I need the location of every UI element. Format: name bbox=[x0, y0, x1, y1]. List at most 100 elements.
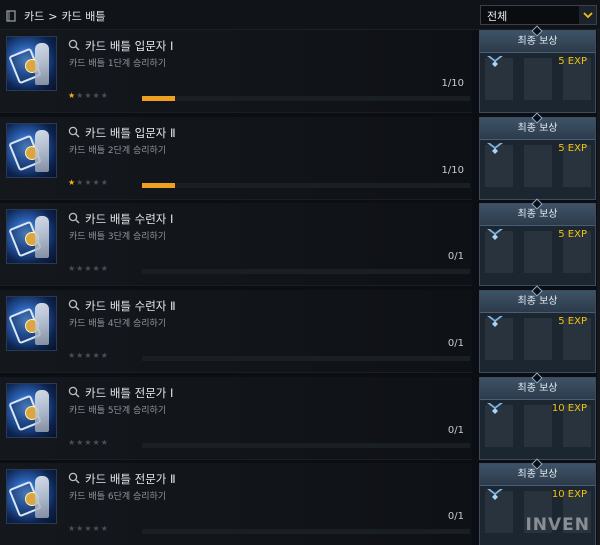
final-reward-panel: 최종 보상 5 EXP bbox=[479, 25, 596, 113]
star-icon: ★ bbox=[92, 524, 100, 533]
achievement-title: 카드 배틀 수련자 Ⅰ bbox=[85, 212, 174, 226]
star-icon: ★ bbox=[100, 91, 108, 100]
card-battle-thumbnail bbox=[6, 36, 57, 91]
star-icon: ★ bbox=[100, 524, 108, 533]
progress-fill bbox=[142, 96, 175, 101]
progress-fill bbox=[142, 183, 175, 188]
star-rating: ★ ★ ★ ★ ★ bbox=[68, 439, 108, 447]
breadcrumb-current: 카드 배틀 bbox=[61, 10, 106, 23]
star-rating: ★ ★ ★ ★ ★ bbox=[68, 352, 108, 360]
star-icon: ★ bbox=[68, 351, 76, 360]
search-icon[interactable] bbox=[68, 386, 80, 398]
star-icon: ★ bbox=[68, 438, 76, 447]
star-icon: ★ bbox=[84, 351, 92, 360]
achievement-row[interactable]: 카드 배틀 전문가 Ⅰ 카드 배틀 5단계 승리하기 ★ ★ ★ ★ ★ 0/1 최종 … bbox=[0, 372, 600, 462]
progress-count: 0/1 bbox=[447, 338, 464, 349]
star-icon: ★ bbox=[76, 178, 84, 187]
star-icon: ★ bbox=[68, 91, 76, 100]
card-battle-thumbnail bbox=[6, 123, 57, 178]
star-icon: ★ bbox=[84, 264, 92, 273]
achievement-title: 카드 배틀 전문가 Ⅰ bbox=[85, 386, 174, 400]
progress-count: 0/1 bbox=[447, 251, 464, 262]
star-icon: ★ bbox=[68, 524, 76, 533]
reward-exp: 5 EXP bbox=[558, 143, 587, 154]
card-battle-thumbnail bbox=[6, 383, 57, 438]
star-icon: ★ bbox=[68, 264, 76, 273]
reward-exp: 5 EXP bbox=[558, 56, 587, 67]
breadcrumb-root[interactable]: 카드 bbox=[24, 8, 44, 24]
star-icon: ★ bbox=[92, 438, 100, 447]
chevron-down-icon[interactable] bbox=[579, 6, 596, 24]
reward-exp: 5 EXP bbox=[558, 316, 587, 327]
breadcrumb-separator: > bbox=[48, 9, 58, 23]
progress-bar bbox=[142, 443, 470, 448]
achievement-description: 카드 배틀 6단계 승리하기 bbox=[69, 492, 167, 502]
achievement-title: 카드 배틀 입문자 Ⅱ bbox=[85, 126, 176, 140]
achievement-main: 카드 배틀 수련자 Ⅱ 카드 배틀 4단계 승리하기 ★ ★ ★ ★ ★ 0/1 bbox=[0, 290, 472, 373]
final-reward-panel: 최종 보상 5 EXP bbox=[479, 112, 596, 200]
reward-exp: 10 EXP bbox=[551, 403, 587, 414]
star-icon: ★ bbox=[92, 351, 100, 360]
filter-value: 전체 bbox=[487, 10, 508, 23]
card-battle-thumbnail bbox=[6, 469, 57, 524]
search-icon[interactable] bbox=[68, 126, 80, 138]
star-icon: ★ bbox=[92, 178, 100, 187]
star-icon: ★ bbox=[68, 178, 76, 187]
reward-exp: 10 EXP bbox=[551, 489, 587, 500]
rank-emblem-icon bbox=[487, 316, 503, 327]
search-icon[interactable] bbox=[68, 39, 80, 51]
progress-bar bbox=[142, 183, 470, 188]
star-icon: ★ bbox=[84, 178, 92, 187]
header-bar: 카드 > 카드 배틀 전체 bbox=[0, 0, 600, 30]
progress-bar bbox=[142, 96, 470, 101]
achievement-description: 카드 배틀 1단계 승리하기 bbox=[69, 59, 167, 69]
breadcrumb: 카드 > 카드 배틀 bbox=[6, 8, 105, 24]
final-reward-panel: 최종 보상 5 EXP bbox=[479, 285, 596, 373]
rank-emblem-icon bbox=[487, 403, 503, 414]
achievement-main: 카드 배틀 전문가 Ⅱ 카드 배틀 6단계 승리하기 ★ ★ ★ ★ ★ 0/1 bbox=[0, 463, 472, 545]
rank-emblem-icon bbox=[487, 56, 503, 67]
star-rating: ★ ★ ★ ★ ★ bbox=[68, 525, 108, 533]
achievement-title: 카드 배틀 전문가 Ⅱ bbox=[85, 472, 176, 486]
achievement-row[interactable]: 카드 배틀 입문자 Ⅱ 카드 배틀 2단계 승리하기 ★ ★ ★ ★ ★ 1/10 최종… bbox=[0, 112, 600, 202]
progress-count: 0/1 bbox=[447, 425, 464, 436]
book-icon bbox=[6, 10, 16, 22]
card-battle-thumbnail bbox=[6, 296, 57, 351]
progress-count: 0/1 bbox=[447, 511, 464, 522]
star-rating: ★ ★ ★ ★ ★ bbox=[68, 179, 108, 187]
achievement-row[interactable]: 카드 배틀 수련자 Ⅱ 카드 배틀 4단계 승리하기 ★ ★ ★ ★ ★ 0/1 최종 … bbox=[0, 285, 600, 375]
reward-exp: 5 EXP bbox=[558, 229, 587, 240]
star-rating: ★ ★ ★ ★ ★ bbox=[68, 92, 108, 100]
rank-emblem-icon bbox=[487, 143, 503, 154]
star-icon: ★ bbox=[84, 91, 92, 100]
final-reward-panel: 최종 보상 10 EXP bbox=[479, 372, 596, 460]
achievement-row[interactable]: 카드 배틀 수련자 Ⅰ 카드 배틀 3단계 승리하기 ★ ★ ★ ★ ★ 0/1 최종 … bbox=[0, 198, 600, 288]
achievement-main: 카드 배틀 전문가 Ⅰ 카드 배틀 5단계 승리하기 ★ ★ ★ ★ ★ 0/1 bbox=[0, 377, 472, 460]
star-icon: ★ bbox=[76, 438, 84, 447]
search-icon[interactable] bbox=[68, 472, 80, 484]
reward-slot bbox=[524, 231, 552, 273]
reward-slot bbox=[524, 145, 552, 187]
star-icon: ★ bbox=[92, 264, 100, 273]
achievement-main: 카드 배틀 입문자 Ⅰ 카드 배틀 1단계 승리하기 ★ ★ ★ ★ ★ 1/10 bbox=[0, 30, 472, 113]
star-icon: ★ bbox=[84, 438, 92, 447]
achievement-row[interactable]: 카드 배틀 전문가 Ⅱ 카드 배틀 6단계 승리하기 ★ ★ ★ ★ ★ 0/1 최종 … bbox=[0, 458, 600, 545]
final-reward-panel: 최종 보상 5 EXP bbox=[479, 198, 596, 286]
search-icon[interactable] bbox=[68, 212, 80, 224]
star-icon: ★ bbox=[100, 264, 108, 273]
achievement-description: 카드 배틀 4단계 승리하기 bbox=[69, 319, 167, 329]
rank-emblem-icon bbox=[487, 229, 503, 240]
star-icon: ★ bbox=[76, 264, 84, 273]
card-battle-thumbnail bbox=[6, 209, 57, 264]
filter-dropdown[interactable]: 전체 bbox=[480, 5, 597, 25]
achievement-description: 카드 배틀 5단계 승리하기 bbox=[69, 406, 167, 416]
search-icon[interactable] bbox=[68, 299, 80, 311]
achievement-main: 카드 배틀 수련자 Ⅰ 카드 배틀 3단계 승리하기 ★ ★ ★ ★ ★ 0/1 bbox=[0, 203, 472, 286]
reward-slot bbox=[524, 318, 552, 360]
progress-bar bbox=[142, 356, 470, 361]
achievement-main: 카드 배틀 입문자 Ⅱ 카드 배틀 2단계 승리하기 ★ ★ ★ ★ ★ 1/10 bbox=[0, 117, 472, 200]
star-icon: ★ bbox=[84, 524, 92, 533]
achievement-row[interactable]: 카드 배틀 입문자 Ⅰ 카드 배틀 1단계 승리하기 ★ ★ ★ ★ ★ 1/10 최종… bbox=[0, 25, 600, 115]
star-icon: ★ bbox=[100, 438, 108, 447]
achievement-description: 카드 배틀 3단계 승리하기 bbox=[69, 232, 167, 242]
